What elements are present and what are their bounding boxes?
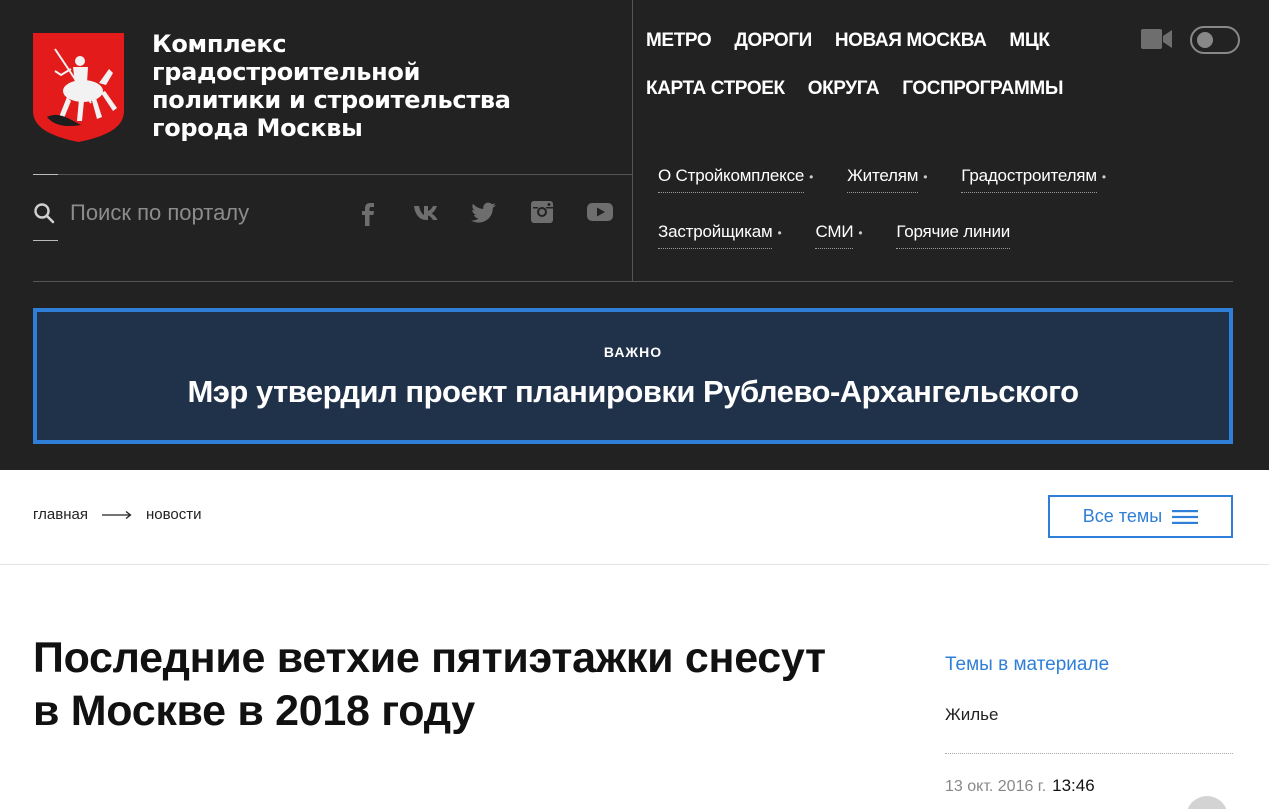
divider bbox=[945, 753, 1233, 754]
secondary-nav: Застройщикам • СМИ • Горячие линии bbox=[658, 222, 1044, 249]
toggle-knob bbox=[1197, 32, 1213, 48]
divider bbox=[33, 240, 58, 241]
social-links bbox=[352, 196, 616, 228]
breadcrumb: главная новости bbox=[33, 506, 202, 523]
sub-nav-label: Градостроителям bbox=[961, 166, 1097, 193]
all-topics-button[interactable]: Все темы bbox=[1048, 495, 1233, 538]
search-icon[interactable] bbox=[33, 202, 55, 224]
primary-nav: КАРТА СТРОЕК ОКРУГА ГОСПРОГРАММЫ bbox=[646, 78, 1063, 100]
breadcrumb-current[interactable]: новости bbox=[146, 506, 202, 523]
dropdown-dot-icon: • bbox=[858, 226, 863, 240]
secondary-nav: О Стройкомплексе • Жителям • Градостроит… bbox=[658, 166, 1140, 193]
topics-heading[interactable]: Темы в материале bbox=[945, 654, 1109, 676]
search-bar bbox=[33, 196, 310, 230]
article-title-line: Последние ветхие пятиэтажки снесут bbox=[33, 634, 826, 682]
breadcrumb-home[interactable]: главная bbox=[33, 506, 88, 523]
sub-nav-urban-planners[interactable]: Градостроителям • bbox=[961, 166, 1106, 193]
vk-icon[interactable] bbox=[410, 196, 442, 228]
dropdown-dot-icon: • bbox=[923, 170, 928, 184]
video-camera-icon[interactable] bbox=[1141, 28, 1172, 50]
sub-nav-about[interactable]: О Стройкомплексе • bbox=[658, 166, 813, 193]
site-title-line: политики и строительства bbox=[152, 86, 511, 114]
publish-time: 13:46 bbox=[1052, 776, 1095, 795]
hamburger-menu-icon bbox=[1172, 509, 1199, 524]
moscow-coat-of-arms-logo[interactable] bbox=[33, 33, 124, 142]
alert-tag: ВАЖНО bbox=[603, 344, 663, 360]
nav-link-metro[interactable]: МЕТРО bbox=[646, 30, 712, 52]
divider bbox=[632, 0, 633, 281]
site-header: Комплекс градостроительной политики и ст… bbox=[0, 0, 1269, 470]
article-title: Последние ветхие пятиэтажки снесут в Мос… bbox=[33, 632, 913, 738]
alert-title[interactable]: Мэр утвердил проект планировки Рублево-А… bbox=[37, 374, 1229, 410]
youtube-icon[interactable] bbox=[584, 196, 616, 228]
sub-nav-label: СМИ bbox=[815, 222, 854, 249]
nav-link-mck[interactable]: МЦК bbox=[1009, 30, 1050, 52]
site-title-line: градостроительной bbox=[152, 58, 421, 86]
sub-nav-label: Горячие линии bbox=[896, 222, 1010, 249]
site-title-line: города Москвы bbox=[152, 114, 363, 142]
nav-link-construction-map[interactable]: КАРТА СТРОЕК bbox=[646, 78, 785, 100]
sub-nav-media[interactable]: СМИ • bbox=[815, 222, 863, 249]
sub-nav-label: О Стройкомплексе bbox=[658, 166, 804, 193]
scroll-button[interactable] bbox=[1186, 796, 1228, 809]
nav-link-roads[interactable]: ДОРОГИ bbox=[734, 30, 812, 52]
twitter-icon[interactable] bbox=[468, 196, 500, 228]
sub-nav-label: Застройщикам bbox=[658, 222, 773, 249]
all-topics-label: Все темы bbox=[1082, 506, 1163, 526]
dropdown-dot-icon: • bbox=[809, 170, 814, 184]
arrow-right-icon bbox=[101, 510, 132, 519]
site-title-line: Комплекс bbox=[152, 30, 287, 58]
nav-link-new-moscow[interactable]: НОВАЯ МОСКВА bbox=[835, 30, 987, 52]
sub-nav-hotlines[interactable]: Горячие линии bbox=[896, 222, 1010, 249]
primary-nav: МЕТРО ДОРОГИ НОВАЯ МОСКВА МЦК bbox=[646, 30, 1050, 52]
nav-link-districts[interactable]: ОКРУГА bbox=[808, 78, 880, 100]
important-news-banner[interactable]: ВАЖНО Мэр утвердил проект планировки Руб… bbox=[33, 308, 1233, 444]
divider bbox=[33, 281, 1233, 282]
search-input[interactable] bbox=[70, 200, 310, 226]
instagram-icon[interactable] bbox=[526, 196, 558, 228]
site-title[interactable]: Комплекс градостроительной политики и ст… bbox=[152, 30, 572, 142]
divider bbox=[0, 564, 1269, 565]
sub-nav-developers[interactable]: Застройщикам • bbox=[658, 222, 782, 249]
article-title-line: в Москве в 2018 году bbox=[33, 687, 475, 735]
nav-link-state-programs[interactable]: ГОСПРОГРАММЫ bbox=[902, 78, 1063, 100]
facebook-icon[interactable] bbox=[352, 196, 384, 228]
accessibility-toggle[interactable] bbox=[1190, 26, 1240, 54]
publish-date-value: 13 окт. 2016 г. bbox=[945, 778, 1047, 795]
publish-date: 13 окт. 2016 г. 13:46 bbox=[945, 776, 1095, 796]
divider bbox=[58, 174, 633, 175]
sub-nav-residents[interactable]: Жителям • bbox=[847, 166, 927, 193]
dropdown-dot-icon: • bbox=[1101, 170, 1106, 184]
divider bbox=[33, 174, 58, 175]
sub-nav-label: Жителям bbox=[847, 166, 918, 193]
topic-link-housing[interactable]: Жилье bbox=[945, 705, 998, 725]
dropdown-dot-icon: • bbox=[777, 226, 782, 240]
